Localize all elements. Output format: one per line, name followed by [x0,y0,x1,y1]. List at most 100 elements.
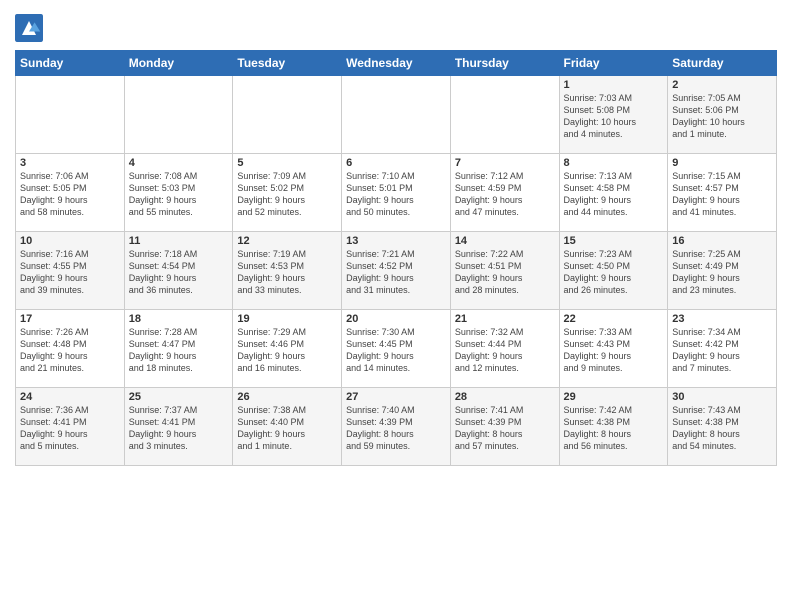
day-number: 4 [129,157,229,169]
calendar-cell: 24Sunrise: 7:36 AM Sunset: 4:41 PM Dayli… [16,388,125,466]
day-info: Sunrise: 7:06 AM Sunset: 5:05 PM Dayligh… [20,170,120,219]
day-info: Sunrise: 7:25 AM Sunset: 4:49 PM Dayligh… [672,248,772,297]
day-number: 18 [129,313,229,325]
weekday-header: Sunday [16,51,125,76]
day-info: Sunrise: 7:26 AM Sunset: 4:48 PM Dayligh… [20,326,120,375]
calendar-cell: 12Sunrise: 7:19 AM Sunset: 4:53 PM Dayli… [233,232,342,310]
calendar-cell: 8Sunrise: 7:13 AM Sunset: 4:58 PM Daylig… [559,154,668,232]
calendar-header: SundayMondayTuesdayWednesdayThursdayFrid… [16,51,777,76]
day-number: 21 [455,313,555,325]
day-info: Sunrise: 7:10 AM Sunset: 5:01 PM Dayligh… [346,170,446,219]
day-number: 19 [237,313,337,325]
day-info: Sunrise: 7:41 AM Sunset: 4:39 PM Dayligh… [455,404,555,453]
calendar-cell: 28Sunrise: 7:41 AM Sunset: 4:39 PM Dayli… [450,388,559,466]
calendar-cell: 21Sunrise: 7:32 AM Sunset: 4:44 PM Dayli… [450,310,559,388]
day-number: 3 [20,157,120,169]
weekday-header: Saturday [668,51,777,76]
day-number: 6 [346,157,446,169]
calendar-cell: 6Sunrise: 7:10 AM Sunset: 5:01 PM Daylig… [342,154,451,232]
calendar-cell: 23Sunrise: 7:34 AM Sunset: 4:42 PM Dayli… [668,310,777,388]
day-info: Sunrise: 7:28 AM Sunset: 4:47 PM Dayligh… [129,326,229,375]
calendar-cell: 14Sunrise: 7:22 AM Sunset: 4:51 PM Dayli… [450,232,559,310]
day-number: 7 [455,157,555,169]
day-number: 22 [564,313,664,325]
day-number: 8 [564,157,664,169]
calendar-cell: 26Sunrise: 7:38 AM Sunset: 4:40 PM Dayli… [233,388,342,466]
day-info: Sunrise: 7:05 AM Sunset: 5:06 PM Dayligh… [672,92,772,141]
day-number: 15 [564,235,664,247]
day-number: 12 [237,235,337,247]
day-number: 25 [129,391,229,403]
day-info: Sunrise: 7:30 AM Sunset: 4:45 PM Dayligh… [346,326,446,375]
header [15,10,777,42]
day-number: 1 [564,79,664,91]
calendar-cell: 16Sunrise: 7:25 AM Sunset: 4:49 PM Dayli… [668,232,777,310]
weekday-header: Thursday [450,51,559,76]
day-info: Sunrise: 7:40 AM Sunset: 4:39 PM Dayligh… [346,404,446,453]
weekday-header: Tuesday [233,51,342,76]
calendar-cell: 18Sunrise: 7:28 AM Sunset: 4:47 PM Dayli… [124,310,233,388]
calendar-week-row: 10Sunrise: 7:16 AM Sunset: 4:55 PM Dayli… [16,232,777,310]
day-number: 20 [346,313,446,325]
day-number: 14 [455,235,555,247]
logo [15,14,45,42]
day-info: Sunrise: 7:38 AM Sunset: 4:40 PM Dayligh… [237,404,337,453]
day-number: 2 [672,79,772,91]
day-number: 27 [346,391,446,403]
calendar-cell: 22Sunrise: 7:33 AM Sunset: 4:43 PM Dayli… [559,310,668,388]
calendar-cell: 25Sunrise: 7:37 AM Sunset: 4:41 PM Dayli… [124,388,233,466]
calendar-cell [16,76,125,154]
day-info: Sunrise: 7:42 AM Sunset: 4:38 PM Dayligh… [564,404,664,453]
day-info: Sunrise: 7:16 AM Sunset: 4:55 PM Dayligh… [20,248,120,297]
day-info: Sunrise: 7:09 AM Sunset: 5:02 PM Dayligh… [237,170,337,219]
day-info: Sunrise: 7:23 AM Sunset: 4:50 PM Dayligh… [564,248,664,297]
calendar-cell: 17Sunrise: 7:26 AM Sunset: 4:48 PM Dayli… [16,310,125,388]
day-info: Sunrise: 7:22 AM Sunset: 4:51 PM Dayligh… [455,248,555,297]
calendar-cell: 27Sunrise: 7:40 AM Sunset: 4:39 PM Dayli… [342,388,451,466]
calendar-cell: 1Sunrise: 7:03 AM Sunset: 5:08 PM Daylig… [559,76,668,154]
weekday-header: Monday [124,51,233,76]
weekday-header: Friday [559,51,668,76]
calendar-cell: 15Sunrise: 7:23 AM Sunset: 4:50 PM Dayli… [559,232,668,310]
day-info: Sunrise: 7:18 AM Sunset: 4:54 PM Dayligh… [129,248,229,297]
day-info: Sunrise: 7:43 AM Sunset: 4:38 PM Dayligh… [672,404,772,453]
weekday-header: Wednesday [342,51,451,76]
calendar-week-row: 17Sunrise: 7:26 AM Sunset: 4:48 PM Dayli… [16,310,777,388]
day-number: 28 [455,391,555,403]
day-number: 29 [564,391,664,403]
day-info: Sunrise: 7:19 AM Sunset: 4:53 PM Dayligh… [237,248,337,297]
calendar-cell [342,76,451,154]
calendar-cell [233,76,342,154]
logo-icon [15,14,43,42]
calendar-cell: 7Sunrise: 7:12 AM Sunset: 4:59 PM Daylig… [450,154,559,232]
day-info: Sunrise: 7:08 AM Sunset: 5:03 PM Dayligh… [129,170,229,219]
day-info: Sunrise: 7:21 AM Sunset: 4:52 PM Dayligh… [346,248,446,297]
calendar-week-row: 3Sunrise: 7:06 AM Sunset: 5:05 PM Daylig… [16,154,777,232]
calendar-cell [124,76,233,154]
calendar-cell: 2Sunrise: 7:05 AM Sunset: 5:06 PM Daylig… [668,76,777,154]
calendar-cell: 29Sunrise: 7:42 AM Sunset: 4:38 PM Dayli… [559,388,668,466]
calendar-cell: 3Sunrise: 7:06 AM Sunset: 5:05 PM Daylig… [16,154,125,232]
calendar-cell: 11Sunrise: 7:18 AM Sunset: 4:54 PM Dayli… [124,232,233,310]
day-info: Sunrise: 7:03 AM Sunset: 5:08 PM Dayligh… [564,92,664,141]
page: SundayMondayTuesdayWednesdayThursdayFrid… [0,0,792,612]
calendar-cell: 5Sunrise: 7:09 AM Sunset: 5:02 PM Daylig… [233,154,342,232]
day-info: Sunrise: 7:33 AM Sunset: 4:43 PM Dayligh… [564,326,664,375]
calendar-cell: 9Sunrise: 7:15 AM Sunset: 4:57 PM Daylig… [668,154,777,232]
weekday-row: SundayMondayTuesdayWednesdayThursdayFrid… [16,51,777,76]
day-info: Sunrise: 7:12 AM Sunset: 4:59 PM Dayligh… [455,170,555,219]
day-number: 26 [237,391,337,403]
calendar-week-row: 24Sunrise: 7:36 AM Sunset: 4:41 PM Dayli… [16,388,777,466]
calendar-cell: 20Sunrise: 7:30 AM Sunset: 4:45 PM Dayli… [342,310,451,388]
day-number: 17 [20,313,120,325]
day-info: Sunrise: 7:37 AM Sunset: 4:41 PM Dayligh… [129,404,229,453]
day-number: 9 [672,157,772,169]
calendar-cell: 10Sunrise: 7:16 AM Sunset: 4:55 PM Dayli… [16,232,125,310]
day-info: Sunrise: 7:15 AM Sunset: 4:57 PM Dayligh… [672,170,772,219]
calendar-cell: 19Sunrise: 7:29 AM Sunset: 4:46 PM Dayli… [233,310,342,388]
day-number: 13 [346,235,446,247]
calendar-body: 1Sunrise: 7:03 AM Sunset: 5:08 PM Daylig… [16,76,777,466]
day-number: 30 [672,391,772,403]
day-number: 24 [20,391,120,403]
calendar-cell [450,76,559,154]
